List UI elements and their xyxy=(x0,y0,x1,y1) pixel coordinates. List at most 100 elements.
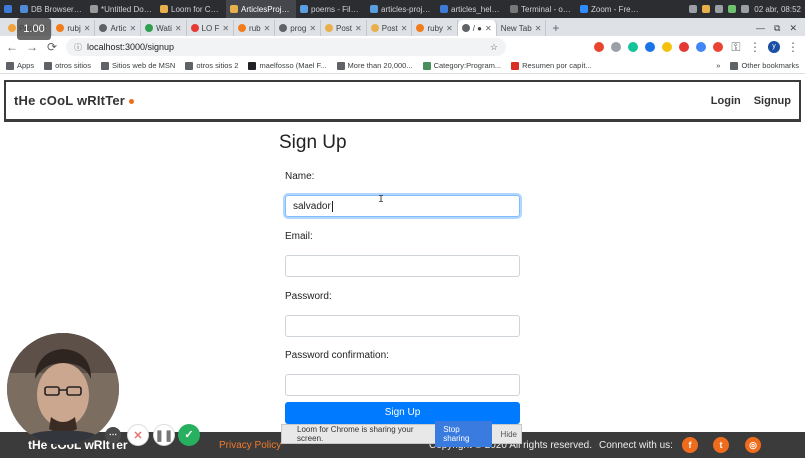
stop-sharing-button[interactable]: Stop sharing xyxy=(435,421,492,447)
browser-tab[interactable]: Wati ✕ xyxy=(141,20,187,36)
site-info-icon[interactable]: ⓘ xyxy=(74,42,82,53)
taskbar-item[interactable]: DB Browser f... xyxy=(16,0,86,18)
bookmark-item[interactable]: More than 20,000... xyxy=(336,61,413,70)
password-input[interactable] xyxy=(285,315,520,337)
tab-favicon-icon xyxy=(56,24,65,32)
taskbar-item[interactable]: Terminal - os... xyxy=(506,0,576,18)
network-icon[interactable] xyxy=(715,5,724,13)
bookmark-item[interactable]: Category:Program... xyxy=(422,61,501,70)
privacy-policy-link[interactable]: Privacy Policy xyxy=(219,440,281,451)
login-link[interactable]: Login xyxy=(711,95,741,107)
taskbar-item[interactable]: articles-proje... xyxy=(366,0,436,18)
email-input[interactable] xyxy=(285,255,520,277)
extension-icon[interactable] xyxy=(696,42,706,52)
close-tab-icon[interactable]: ✕ xyxy=(401,24,408,33)
minimize-button[interactable]: — xyxy=(756,23,765,33)
site-brand[interactable]: tHe cOoL wRItTer xyxy=(14,93,135,108)
browser-tab[interactable]: Post ✕ xyxy=(321,20,367,36)
taskbar-item[interactable]: articles_helpe... xyxy=(436,0,506,18)
taskbar-item[interactable]: poems - File ... xyxy=(296,0,366,18)
close-tab-icon[interactable]: ✕ xyxy=(355,24,362,33)
signup-link[interactable]: Signup xyxy=(754,95,791,107)
bookmark-item[interactable]: otros sitios xyxy=(44,61,91,70)
bookmark-label: otros sitios xyxy=(55,61,91,70)
taskbar-item[interactable]: Loom for Chr... xyxy=(156,0,226,18)
close-tab-icon[interactable]: ✕ xyxy=(485,24,492,33)
tab-favicon-icon xyxy=(279,24,288,32)
battery-icon[interactable] xyxy=(728,5,737,13)
taskbar-item[interactable]: Zoom - Free ... xyxy=(576,0,646,18)
puzzle-icon[interactable]: ⋮ xyxy=(749,40,761,54)
taskbar-item[interactable]: *Untitled Doc... xyxy=(86,0,156,18)
loom-extension-icon[interactable] xyxy=(594,42,604,52)
close-tab-icon[interactable]: ✕ xyxy=(446,24,453,33)
profile-avatar[interactable]: y xyxy=(768,41,780,53)
playback-speed-badge[interactable]: 1.00 xyxy=(17,18,51,40)
bookmark-item[interactable]: Sitios web de MSN xyxy=(100,61,176,70)
app-icon xyxy=(90,5,98,13)
facebook-icon[interactable]: f xyxy=(682,437,698,453)
bookmark-star-icon[interactable]: ☆ xyxy=(490,42,498,53)
bookmark-item[interactable]: Resumen por capít... xyxy=(511,61,592,70)
instagram-icon[interactable]: ◎ xyxy=(745,437,761,453)
start-menu-icon[interactable] xyxy=(0,0,16,18)
close-tab-icon[interactable]: ✕ xyxy=(175,24,182,33)
browser-tab[interactable]: LO F ✕ xyxy=(187,20,235,36)
browser-tab[interactable]: Post ✕ xyxy=(367,20,413,36)
address-bar[interactable]: ⓘ localhost:3000/signup ☆ xyxy=(66,38,506,56)
chrome-tray-icon[interactable] xyxy=(702,5,711,13)
close-tab-icon[interactable]: ✕ xyxy=(535,24,542,33)
grammarly-extension-icon[interactable] xyxy=(628,42,638,52)
close-tab-icon[interactable]: ✕ xyxy=(84,24,91,33)
back-icon[interactable]: ← xyxy=(6,40,18,54)
extension-icon[interactable] xyxy=(662,42,672,52)
password-confirmation-input[interactable] xyxy=(285,374,520,396)
menu-icon[interactable]: ⋮ xyxy=(787,40,799,54)
browser-tab[interactable]: prog ✕ xyxy=(275,20,322,36)
browser-tab[interactable]: rub ✕ xyxy=(234,20,276,36)
tab-label: LO F xyxy=(201,23,220,33)
reload-icon[interactable]: ⟳ xyxy=(46,40,58,54)
cancel-recording-button[interactable]: ✕ xyxy=(127,424,149,446)
extension-icon[interactable] xyxy=(679,42,689,52)
tab-label: rub xyxy=(249,23,261,33)
key-icon[interactable]: ⚿ xyxy=(730,40,742,55)
taskbar-item[interactable]: ArticlesProjec... xyxy=(226,0,296,18)
browser-tab[interactable]: / ● ✕ xyxy=(457,20,497,36)
close-tab-icon[interactable]: ✕ xyxy=(129,24,136,33)
bookmark-item[interactable]: maelfosso (Mael F... xyxy=(248,61,327,70)
close-tab-icon[interactable]: ✕ xyxy=(222,24,229,33)
taskbar-item-label: Zoom - Free ... xyxy=(591,4,642,14)
browser-tab[interactable]: rubj ✕ xyxy=(52,20,96,36)
twitter-icon[interactable]: t xyxy=(713,437,729,453)
app-icon xyxy=(160,5,168,13)
pause-recording-button[interactable]: ❚❚ xyxy=(153,424,175,446)
forward-icon[interactable]: → xyxy=(26,40,38,54)
bookmarks-overflow-button[interactable]: » xyxy=(716,61,720,70)
volume-icon[interactable] xyxy=(741,5,750,13)
bookmark-label: Sitios web de MSN xyxy=(111,61,176,70)
taskbar-item-label: Terminal - os... xyxy=(521,4,572,14)
extension-icon[interactable] xyxy=(645,42,655,52)
clock[interactable]: 02 abr, 08:52 xyxy=(754,5,801,14)
browser-tab[interactable]: Artic ✕ xyxy=(95,20,142,36)
new-tab-button[interactable]: + xyxy=(546,20,565,36)
bookmark-item[interactable]: otros sitios 2 xyxy=(185,61,238,70)
more-options-button[interactable]: ⋯ xyxy=(105,427,121,443)
hide-button[interactable]: Hide xyxy=(497,430,521,439)
close-tab-icon[interactable]: ✕ xyxy=(309,24,316,33)
extension-icon[interactable] xyxy=(611,42,621,52)
close-tab-icon[interactable]: ✕ xyxy=(264,24,271,33)
name-input[interactable]: salvador xyxy=(285,195,520,217)
browser-tab[interactable]: ruby ✕ xyxy=(412,20,458,36)
maximize-button[interactable]: ⧉ xyxy=(774,23,780,34)
webcam-bubble[interactable] xyxy=(7,333,119,445)
finish-recording-button[interactable]: ✓ xyxy=(178,424,200,446)
bookmark-item[interactable]: Apps xyxy=(6,61,34,70)
browser-tab[interactable]: New Tab ✕ xyxy=(497,20,547,36)
close-window-button[interactable]: ✕ xyxy=(789,23,797,34)
other-bookmarks-folder[interactable]: Other bookmarks xyxy=(730,61,799,70)
bell-icon[interactable] xyxy=(689,5,698,13)
extension-icon[interactable] xyxy=(713,42,723,52)
name-input-value: salvador xyxy=(293,200,331,212)
